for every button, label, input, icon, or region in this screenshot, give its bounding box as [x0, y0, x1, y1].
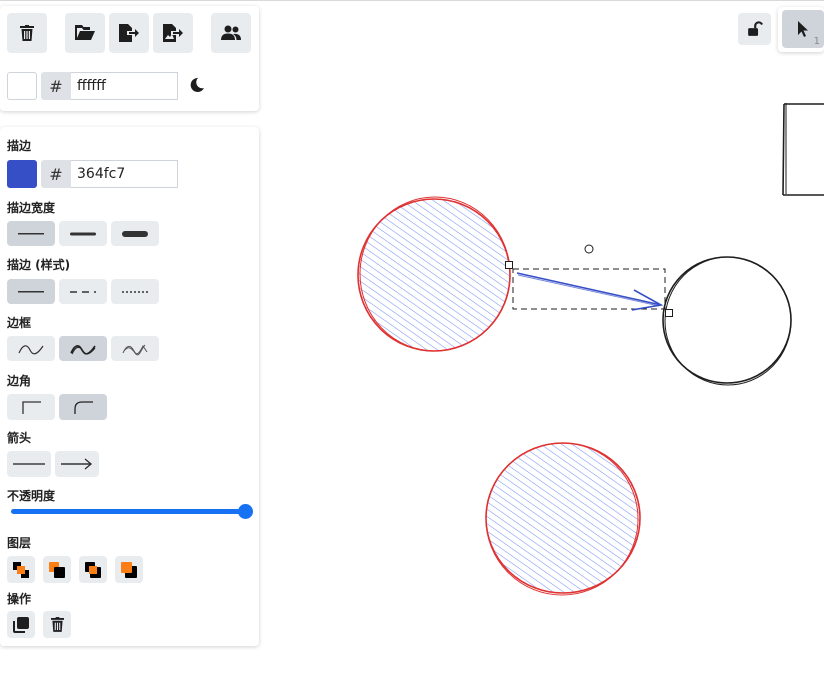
cartoonist-stroke-icon: [122, 344, 148, 355]
architect-stroke-icon: [18, 344, 44, 354]
sloppiness-label: 边框: [7, 316, 32, 330]
stroke-color-swatch[interactable]: [7, 160, 37, 188]
send-backward-button[interactable]: [43, 556, 71, 583]
select-tool-button[interactable]: 1: [782, 10, 824, 48]
moon-icon: [190, 77, 204, 92]
background-hash-label: #: [41, 72, 71, 100]
extra-bold-line-icon: [122, 230, 148, 237]
send-to-back-button[interactable]: [7, 556, 35, 583]
arrowhead-arrow-button[interactable]: [55, 451, 99, 477]
collaborate-icon: [221, 25, 241, 40]
stroke-hash-label: #: [41, 160, 71, 188]
duplicate-icon: [13, 616, 29, 633]
edges-sharp-button[interactable]: [7, 394, 55, 420]
send-to-back-icon: [13, 561, 29, 578]
sloppiness-architect-button[interactable]: [7, 336, 55, 361]
bring-to-front-icon: [121, 561, 137, 578]
duplicate-button[interactable]: [7, 611, 35, 638]
lock-button[interactable]: [738, 13, 771, 45]
save-file-button[interactable]: [109, 13, 149, 53]
edges-round-button[interactable]: [59, 394, 107, 420]
sloppiness-cartoonist-button[interactable]: [111, 336, 159, 361]
line-no-arrow-icon: [13, 463, 45, 465]
folder-open-icon: [75, 25, 95, 40]
delete-button[interactable]: [43, 611, 71, 638]
stroke-width-bold-button[interactable]: [59, 221, 107, 246]
stroke-width-label: 描边宽度: [7, 201, 56, 215]
resize-handle-end: [665, 309, 673, 317]
send-backward-icon: [49, 561, 65, 578]
bring-forward-button[interactable]: [79, 556, 107, 583]
background-color-input[interactable]: [71, 72, 178, 100]
bring-forward-icon: [85, 561, 101, 578]
arrow-right-icon: [61, 458, 93, 470]
export-icon: [119, 24, 139, 42]
trash-icon: [20, 25, 34, 41]
stroke-style-dashed-button[interactable]: [59, 279, 107, 304]
opacity-slider-thumb[interactable]: [238, 504, 253, 519]
shortcut-badge: 1: [813, 36, 820, 47]
thin-line-icon: [18, 232, 44, 234]
stroke-style-dotted-button[interactable]: [111, 279, 159, 304]
stroke-style-label: 描边 (样式): [7, 258, 71, 272]
artist-stroke-icon: [70, 344, 96, 355]
export-image-button[interactable]: [153, 13, 193, 53]
edges-label: 边角: [7, 374, 32, 388]
stroke-width-thin-button[interactable]: [7, 221, 55, 246]
stroke-color-input[interactable]: [71, 160, 178, 188]
rectangle-shape[interactable]: [782, 103, 824, 196]
outline-circle[interactable]: [662, 256, 792, 386]
opacity-label: 不透明度: [7, 489, 56, 503]
open-file-button[interactable]: [65, 13, 105, 53]
sloppiness-artist-button[interactable]: [59, 336, 107, 361]
stroke-label: 描边: [7, 139, 32, 153]
solid-line-icon: [18, 290, 44, 292]
resize-handle-start: [505, 261, 513, 269]
stroke-style-solid-button[interactable]: [7, 279, 55, 304]
stroke-width-extra-bold-button[interactable]: [111, 221, 159, 246]
arrowhead-none-button[interactable]: [7, 451, 51, 477]
trash-icon: [50, 617, 64, 632]
sharp-corner-icon: [22, 401, 41, 414]
export-image-icon: [163, 24, 183, 42]
dashed-line-icon: [70, 290, 96, 293]
background-color-swatch[interactable]: [7, 72, 37, 100]
theme-toggle-button[interactable]: [188, 76, 208, 96]
layers-label: 图层: [7, 536, 32, 550]
lock-open-icon: [748, 20, 763, 36]
arrow-shape[interactable]: [516, 272, 664, 311]
bold-line-icon: [70, 232, 96, 235]
pointer-icon: [798, 21, 808, 37]
clear-canvas-button[interactable]: [7, 13, 47, 53]
rotate-handle: [584, 244, 594, 254]
dotted-line-icon: [122, 290, 148, 293]
bring-to-front-button[interactable]: [115, 556, 143, 583]
actions-label: 操作: [7, 592, 32, 606]
selection-box[interactable]: [505, 244, 673, 317]
filled-circle-bottom[interactable]: [485, 442, 641, 596]
filled-circle-top[interactable]: [357, 196, 511, 352]
opacity-slider-track[interactable]: [11, 509, 246, 514]
round-corner-icon: [74, 401, 93, 414]
collaborate-button[interactable]: [211, 13, 251, 53]
arrowheads-label: 箭头: [7, 431, 32, 445]
